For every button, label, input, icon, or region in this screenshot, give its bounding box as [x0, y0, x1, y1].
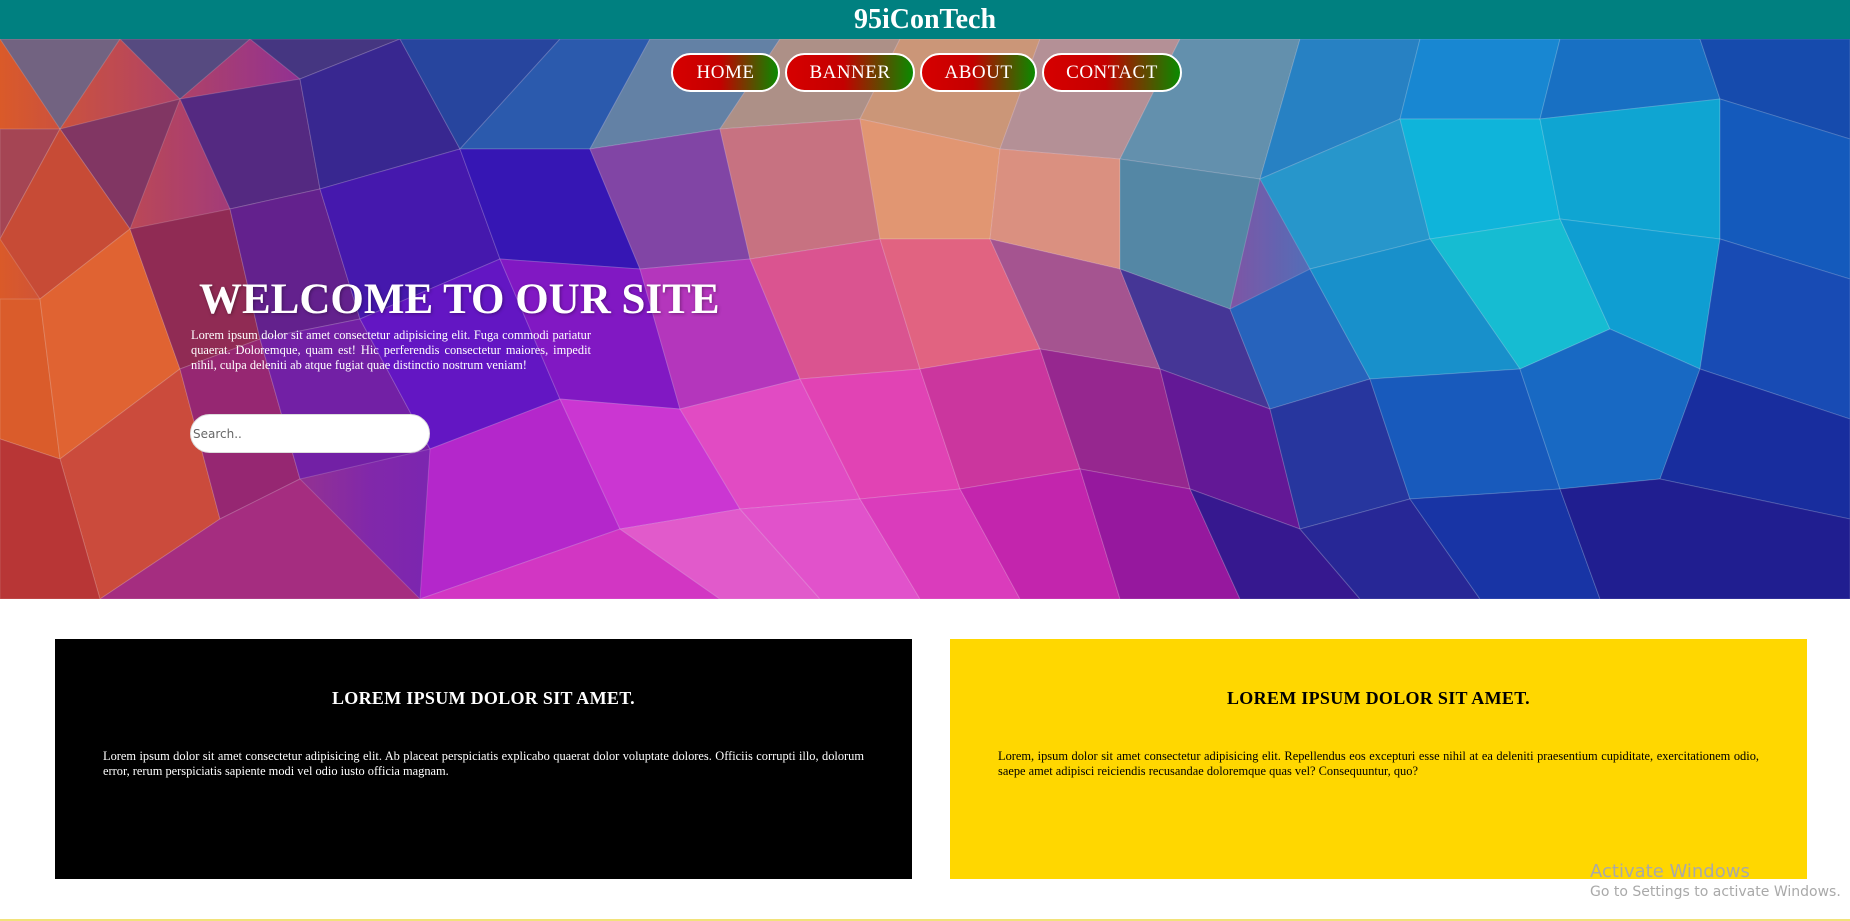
nav-home-button[interactable]: HOME	[671, 53, 780, 92]
nav-contact-button[interactable]: CONTACT	[1042, 53, 1182, 92]
card-title: LOREM IPSUM DOLOR SIT AMET.	[1227, 688, 1530, 708]
activate-windows-watermark: Activate Windows Go to Settings to activ…	[1590, 861, 1841, 901]
site-header: 95iConTech	[0, 0, 1850, 39]
site-title: 95iConTech	[853, 3, 997, 35]
hero-intro-text: Lorem ipsum dolor sit amet consectetur a…	[191, 328, 591, 372]
watermark-line-1: Activate Windows	[1590, 861, 1750, 882]
card-text: Lorem ipsum dolor sit amet consectetur a…	[103, 749, 864, 778]
hero-heading: WELCOME TO OUR SITE	[199, 276, 720, 323]
watermark-line-2: Go to Settings to activate Windows.	[1590, 884, 1841, 900]
main-nav: HOME BANNER ABOUT CONTACT	[0, 53, 1850, 92]
hero-banner: HOME BANNER ABOUT CONTACT WELCOME TO OUR…	[0, 39, 1850, 599]
card-title: LOREM IPSUM DOLOR SIT AMET.	[332, 688, 635, 708]
nav-banner-button[interactable]: BANNER	[785, 53, 915, 92]
info-card-yellow: LOREM IPSUM DOLOR SIT AMET. Lorem, ipsum…	[950, 639, 1807, 879]
card-text: Lorem, ipsum dolor sit amet consectetur …	[998, 749, 1759, 778]
nav-about-button[interactable]: ABOUT	[920, 53, 1037, 92]
search-input[interactable]	[190, 414, 430, 453]
info-card-black: LOREM IPSUM DOLOR SIT AMET. Lorem ipsum …	[55, 639, 912, 879]
